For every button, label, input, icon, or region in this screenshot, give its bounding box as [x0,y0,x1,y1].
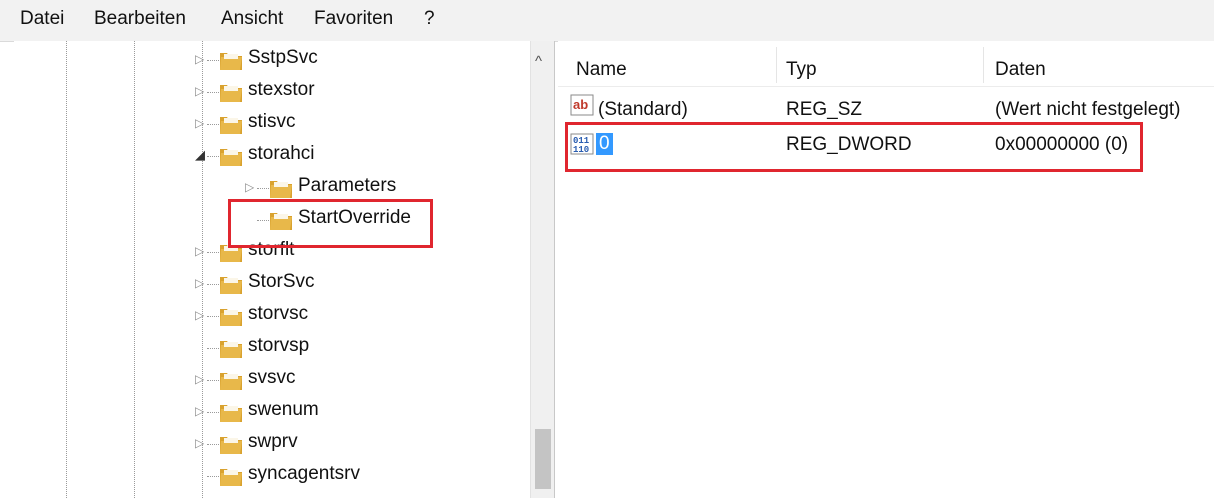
scroll-thumb[interactable] [535,429,551,489]
column-separator[interactable] [776,47,777,83]
tree-item[interactable]: syncagentsrv [14,460,524,492]
expand-arrow-icon[interactable]: ▷ [195,51,204,67]
tree-item-label[interactable]: storahci [248,143,315,165]
folder-icon [220,309,242,326]
value-type: REG_DWORD [786,134,912,155]
tree-item-label[interactable]: stexstor [248,79,315,101]
menu-bar: Datei Bearbeiten Ansicht Favoriten ? [0,0,1214,42]
tree-item[interactable]: ▷ stexstor [14,76,524,108]
folder-icon [270,181,292,198]
tree-item-label[interactable]: storflt [248,239,294,261]
tree-item-label[interactable]: StorSvc [248,271,315,293]
tree-item-label[interactable]: storvsp [248,335,309,357]
menu-ansicht[interactable]: Ansicht [221,8,283,30]
expand-arrow-icon[interactable]: ▷ [195,403,204,419]
value-data: 0x00000000 (0) [995,134,1129,155]
tree-item-label[interactable]: SstpSvc [248,47,318,69]
menu-bearbeiten[interactable]: Bearbeiten [94,8,186,30]
folder-icon [220,405,242,422]
tree-item[interactable]: storvsp [14,332,524,364]
tree-item-label[interactable]: stisvc [248,111,296,133]
value-type: REG_SZ [786,99,863,120]
tree-item-label[interactable]: StartOverride [298,207,411,229]
menu-favoriten[interactable]: Favoriten [314,8,393,30]
binary-value-icon: 011 110 [570,133,594,155]
expand-arrow-icon[interactable]: ▷ [195,115,204,131]
expand-arrow-icon[interactable]: ▷ [195,243,204,259]
string-value-icon-text: ab [573,97,588,112]
folder-icon [220,341,242,358]
folder-icon [270,213,292,230]
tree-item[interactable]: ▷ SstpSvc [14,44,524,76]
tree-item[interactable]: StartOverride [14,204,524,236]
tree-item[interactable]: ▷ StorSvc [14,268,524,300]
values-list[interactable]: Name Typ Daten ab (Standard) REG_SZ (Wer… [558,41,1214,498]
column-header-name[interactable]: Name [576,59,627,81]
tree-item[interactable]: ▷ swprv [14,428,524,460]
value-name: (Standard) [598,99,688,120]
folder-icon [220,373,242,390]
folder-icon [220,469,242,486]
folder-icon [220,117,242,134]
column-separator[interactable] [983,47,984,83]
menu-help[interactable]: ? [424,8,435,30]
expand-arrow-icon[interactable]: ▷ [195,307,204,323]
scroll-up-arrow[interactable]: ^ [535,53,542,70]
tree-item-label[interactable]: storvsc [248,303,308,325]
expand-arrow-icon[interactable]: ▷ [195,83,204,99]
tree-item-label[interactable]: syncagentsrv [248,463,360,485]
collapse-arrow-icon[interactable]: ◢ [195,147,205,163]
expand-arrow-icon[interactable]: ▷ [195,435,204,451]
tree-item[interactable]: ▷ storflt [14,236,524,268]
folder-icon [220,437,242,454]
expand-arrow-icon[interactable]: ▷ [245,179,254,195]
tree-item-label[interactable]: swprv [248,431,298,453]
string-value-icon: ab [570,94,594,116]
expand-arrow-icon[interactable]: ▷ [195,371,204,387]
tree-item[interactable]: ▷ stisvc [14,108,524,140]
svg-text:110: 110 [573,145,589,155]
folder-icon [220,53,242,70]
tree-item[interactable]: ▷ Parameters [14,172,524,204]
column-header-data[interactable]: Daten [995,59,1046,81]
tree-item[interactable]: ▷ swenum [14,396,524,428]
header-divider [558,86,1214,87]
tree-item-label[interactable]: svsvc [248,367,296,389]
folder-icon [220,85,242,102]
tree-item-label[interactable]: swenum [248,399,319,421]
folder-icon [220,149,242,166]
tree-scrollbar[interactable]: ^ [530,41,554,498]
folder-icon [220,245,242,262]
value-name-selected[interactable]: 0 [596,133,613,155]
expand-arrow-icon[interactable]: ▷ [195,275,204,291]
menu-datei[interactable]: Datei [20,8,64,30]
value-data: (Wert nicht festgelegt) [995,99,1181,120]
column-header-type[interactable]: Typ [786,59,817,81]
tree-item[interactable]: ◢ storahci [14,140,524,172]
folder-icon [220,277,242,294]
tree-item[interactable]: ▷ svsvc [14,364,524,396]
registry-tree[interactable]: ▷ SstpSvc ▷ stexstor ▷ stisvc ◢ storahci ▷ Parame… [14,41,555,498]
tree-item[interactable]: ▷ storvsc [14,300,524,332]
tree-item-label[interactable]: Parameters [298,175,396,197]
